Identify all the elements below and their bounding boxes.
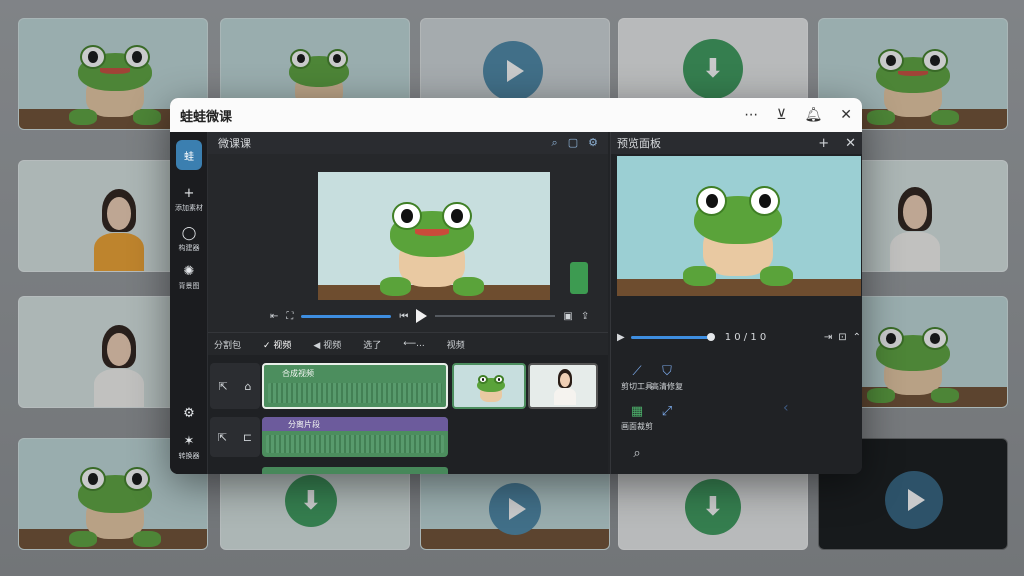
shield-icon: ⛉ bbox=[662, 364, 672, 379]
mute-icon[interactable]: ⇱ bbox=[218, 380, 227, 393]
sidebar-item-background[interactable]: ✺ 背景图 bbox=[170, 264, 208, 291]
play-icon[interactable] bbox=[416, 309, 428, 323]
clip-thumbnail-frog[interactable] bbox=[452, 363, 526, 409]
time-display: 1 0 / 1 0 bbox=[724, 331, 767, 343]
tool-label: 高清修复 bbox=[651, 382, 683, 391]
preview-header: 微课课 ⌕ ▢ ⚙ bbox=[208, 132, 608, 154]
more-icon[interactable]: ⋯ bbox=[744, 107, 758, 123]
bell-icon[interactable]: 🔔︎ bbox=[804, 107, 822, 123]
audio-icon[interactable]: ⊏ bbox=[243, 431, 252, 444]
chevron-left-icon[interactable]: ‹ bbox=[783, 400, 789, 416]
app-logo-icon[interactable]: 蛙 bbox=[176, 140, 202, 170]
sidebar-item-add[interactable]: + 添加素材 bbox=[170, 186, 208, 213]
sidebar-item-converter[interactable]: ✶ 转换器 bbox=[170, 434, 208, 461]
right-panel: 预览面板 + ✕ ▶ 1 0 / 1 0 ⇥ ⊡ ⌃ ⟋ 剪切工具 ⛉ 高清修复… bbox=[610, 132, 862, 474]
preview-video[interactable] bbox=[318, 172, 550, 300]
clip-thumbnail-person[interactable] bbox=[528, 363, 598, 409]
right-panel-header: 预览面板 + ✕ bbox=[611, 132, 862, 154]
trim-icon[interactable]: ⇤ bbox=[270, 311, 278, 322]
tab-split[interactable]: 分割包 bbox=[214, 338, 241, 351]
frog-image bbox=[380, 202, 484, 296]
play-icon[interactable]: ▶ bbox=[617, 332, 625, 343]
frog-image bbox=[474, 375, 508, 405]
minimize-icon[interactable]: ⊻ bbox=[776, 107, 786, 123]
right-preview-controls: ▶ 1 0 / 1 0 ⇥ ⊡ ⌃ bbox=[617, 330, 861, 344]
track-header-video[interactable]: ⇱ ⌂ bbox=[210, 363, 260, 409]
volume-track[interactable] bbox=[435, 315, 556, 317]
sidebar-item-builder[interactable]: ◯ 构建器 bbox=[170, 226, 208, 253]
palette-icon: ✺ bbox=[183, 264, 195, 279]
timeline-tabs: 分割包 ✓ 视频 ◀ 视频 选了 ⟵... 视频 bbox=[208, 333, 608, 355]
close-icon[interactable]: ✕ bbox=[845, 136, 856, 151]
next-icon[interactable]: ⇥ bbox=[824, 332, 832, 343]
sidebar-item-label: 背景图 bbox=[178, 282, 200, 290]
waveform bbox=[268, 383, 442, 403]
left-sidebar: 蛙 + 添加素材 ◯ 构建器 ✺ 背景图 ⚙ ✶ 转换器 bbox=[170, 132, 208, 474]
person-image bbox=[552, 369, 578, 405]
preview-title: 微课课 bbox=[218, 137, 251, 150]
step-back-icon[interactable]: ⏮ bbox=[399, 311, 408, 322]
app-window: 蛙蛙微课 ⋯ ⊻ 🔔︎ ✕ 蛙 + 添加素材 ◯ 构建器 ✺ 背景图 ⚙ ✶ 转… bbox=[170, 98, 862, 474]
settings-icon: ⚙ bbox=[183, 406, 195, 421]
titlebar: 蛙蛙微课 ⋯ ⊻ 🔔︎ ✕ bbox=[170, 98, 862, 132]
track-header-audio[interactable]: ⇱ ⊏ bbox=[210, 417, 260, 457]
export-icon[interactable]: ⇪ bbox=[581, 311, 589, 322]
lock-icon[interactable]: ⌂ bbox=[245, 380, 252, 393]
collapse-icon[interactable]: ⌃ bbox=[853, 332, 861, 343]
star-icon: ✶ bbox=[183, 434, 195, 449]
audio-clip[interactable]: 分离片段 bbox=[262, 417, 448, 457]
add-icon[interactable]: + bbox=[818, 136, 829, 151]
tab-video-2[interactable]: ◀ 视频 bbox=[313, 338, 341, 351]
chat-icon: ◯ bbox=[181, 226, 197, 241]
plus-icon: + bbox=[183, 186, 195, 201]
tab-video-3[interactable]: 视频 bbox=[447, 338, 465, 351]
side-thumbnail[interactable] bbox=[570, 262, 588, 294]
sidebar-item-label: 构建器 bbox=[178, 244, 200, 252]
tool-label: 画面裁剪 bbox=[621, 422, 653, 431]
rotate-icon: ⤢ bbox=[661, 404, 673, 419]
app-title: 蛙蛙微课 bbox=[180, 109, 233, 125]
tool-enhance[interactable]: ⛉ 高清修复 bbox=[647, 364, 687, 392]
sidebar-item-settings[interactable]: ⚙ bbox=[170, 406, 208, 423]
search-icon: ⌕ bbox=[633, 446, 641, 461]
frog-image bbox=[683, 186, 793, 286]
tab-video-1[interactable]: ✓ 视频 bbox=[263, 338, 291, 351]
tab-selected[interactable]: 选了 bbox=[363, 338, 381, 351]
preview-controls: ⇤ ⛶ ⏮ ▣ ⇪ bbox=[270, 306, 610, 326]
layout-icon[interactable]: ⊡ bbox=[838, 332, 846, 343]
titlebar-controls: ⋯ ⊻ 🔔︎ ✕ bbox=[744, 107, 852, 123]
mute-icon[interactable]: ⇱ bbox=[218, 431, 227, 444]
right-preview-video[interactable] bbox=[617, 156, 861, 296]
settings-icon[interactable]: ⚙ bbox=[588, 136, 598, 150]
tool-rotate[interactable]: ⤢ bbox=[647, 404, 687, 421]
fullscreen-icon[interactable]: ⛶ bbox=[286, 311, 293, 322]
close-icon[interactable]: ✕ bbox=[840, 107, 852, 123]
clip-label: 分离片段 bbox=[288, 420, 320, 429]
clip-label: 合成视频 bbox=[282, 369, 314, 378]
progress-bar[interactable] bbox=[301, 314, 392, 318]
tool-search[interactable]: ⌕ bbox=[617, 446, 657, 463]
video-clip-main[interactable]: 合成视频 bbox=[262, 363, 448, 409]
preview-panel: 微课课 ⌕ ▢ ⚙ ⇤ ⛶ ⏮ ▣ ⇪ bbox=[208, 132, 608, 332]
right-panel-title: 预览面板 bbox=[617, 137, 661, 150]
tab-more[interactable]: ⟵... bbox=[403, 339, 425, 349]
sidebar-item-label: 添加素材 bbox=[175, 204, 203, 212]
sidebar-item-label: 转换器 bbox=[178, 452, 200, 460]
search-icon[interactable]: ⌕ bbox=[552, 136, 558, 150]
waveform bbox=[266, 435, 444, 453]
caption-icon[interactable]: ▣ bbox=[563, 311, 572, 322]
progress-bar[interactable] bbox=[630, 332, 715, 341]
timeline-panel: 分割包 ✓ 视频 ◀ 视频 选了 ⟵... 视频 ⇱ ⌂ 合成视频 ⇱ ⊏ 分离… bbox=[208, 332, 608, 474]
window-icon[interactable]: ▢ bbox=[568, 136, 578, 150]
extra-clip[interactable] bbox=[262, 467, 448, 474]
